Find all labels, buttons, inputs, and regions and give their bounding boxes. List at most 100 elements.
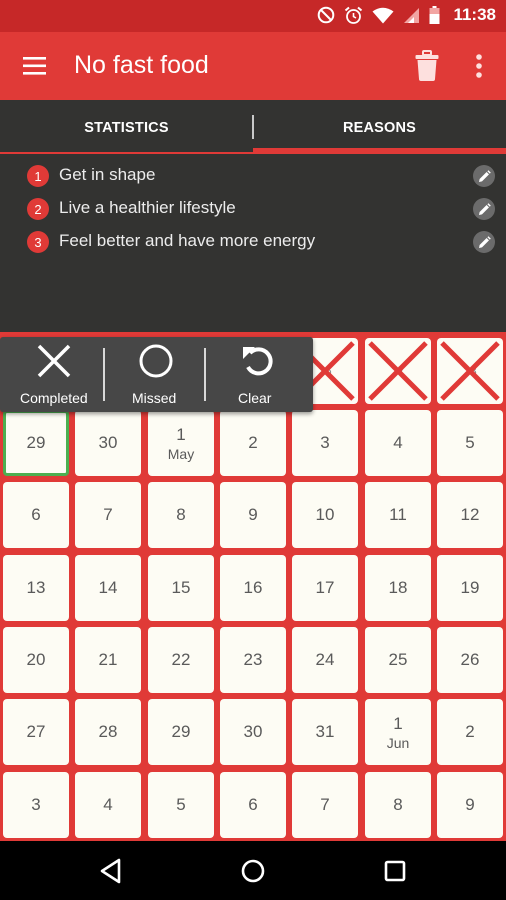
day-number: 5	[465, 433, 475, 452]
calendar-day[interactable]: 2	[437, 699, 503, 765]
clear-button[interactable]: Clear	[206, 337, 313, 412]
calendar-day[interactable]: 29	[148, 699, 214, 765]
calendar-day[interactable]: 6	[3, 482, 69, 548]
calendar-day[interactable]: 6	[220, 772, 286, 838]
day-number: 29	[26, 433, 46, 452]
reason-number-badge: 1	[27, 165, 49, 187]
calendar-day[interactable]: 30	[220, 699, 286, 765]
calendar-day[interactable]: 11	[365, 482, 431, 548]
clear-label: Clear	[238, 390, 272, 406]
calendar-day[interactable]: 8	[365, 772, 431, 838]
system-nav-bar	[0, 841, 506, 900]
calendar-day[interactable]: 2	[220, 410, 286, 476]
calendar-day[interactable]: 28	[75, 699, 141, 765]
calendar-day-today[interactable]: 29	[3, 410, 69, 476]
day-number: 26	[460, 650, 480, 669]
delete-button[interactable]	[414, 50, 440, 82]
wifi-icon	[372, 7, 394, 23]
tab-reasons[interactable]: REASONS	[253, 100, 506, 155]
day-number: 7	[103, 505, 113, 524]
month-label: Jun	[386, 734, 410, 751]
calendar-day[interactable]: 27	[3, 699, 69, 765]
app-title: No fast food	[74, 51, 209, 79]
day-number: 18	[388, 578, 408, 597]
calendar-day[interactable]: 15	[148, 555, 214, 621]
completed-cross-mark	[440, 341, 500, 401]
calendar-day[interactable]: 3	[3, 772, 69, 838]
calendar-day[interactable]: 7	[75, 482, 141, 548]
menu-button[interactable]	[20, 52, 50, 80]
reason-item: 2 Live a healthier lifestyle	[0, 193, 506, 225]
day-number: 1	[176, 424, 186, 444]
calendar-day[interactable]: 14	[75, 555, 141, 621]
calendar-day[interactable]: 12	[437, 482, 503, 548]
calendar-day[interactable]: 20	[3, 627, 69, 693]
day-number: 9	[248, 505, 258, 524]
back-button[interactable]	[95, 855, 129, 887]
battery-icon	[429, 6, 440, 24]
calendar-day[interactable]: 26	[437, 627, 503, 693]
day-number: 8	[393, 795, 403, 814]
calendar-day[interactable]: 30	[75, 410, 141, 476]
day-number: 9	[465, 795, 475, 814]
edit-reason-button[interactable]	[473, 231, 495, 253]
reason-item: 3 Feel better and have more energy	[0, 226, 506, 258]
day-number: 13	[26, 578, 46, 597]
day-number: 16	[243, 578, 263, 597]
day-number: 23	[243, 650, 263, 669]
home-button[interactable]	[236, 855, 270, 887]
calendar-day[interactable]: 16	[220, 555, 286, 621]
calendar-day[interactable]: 27	[365, 338, 431, 404]
undo-icon	[243, 347, 273, 376]
more-options-button[interactable]	[470, 52, 488, 80]
calendar-day[interactable]: 24	[292, 627, 358, 693]
calendar-day[interactable]: 17	[292, 555, 358, 621]
day-number: 24	[315, 650, 335, 669]
calendar-day[interactable]: 5	[437, 410, 503, 476]
day-number: 17	[315, 578, 335, 597]
calendar-day[interactable]: 4	[365, 410, 431, 476]
day-number: 11	[389, 505, 407, 524]
reason-number-badge: 2	[27, 198, 49, 220]
status-icons: 11:38	[317, 5, 496, 25]
day-number: 22	[171, 650, 191, 669]
calendar-day[interactable]: 23	[220, 627, 286, 693]
day-number: 7	[320, 795, 330, 814]
calendar-day[interactable]: 18	[365, 555, 431, 621]
day-number: 21	[98, 650, 118, 669]
calendar-day[interactable]: 9	[220, 482, 286, 548]
tab-bar: STATISTICS REASONS	[0, 100, 506, 155]
calendar-day[interactable]: 10	[292, 482, 358, 548]
calendar-day[interactable]: 22	[148, 627, 214, 693]
calendar-day[interactable]: 19	[437, 555, 503, 621]
alarm-icon	[345, 6, 363, 24]
day-number: 28	[98, 722, 118, 741]
calendar-day[interactable]: 8	[148, 482, 214, 548]
calendar-day[interactable]: 28	[437, 338, 503, 404]
calendar-day[interactable]: 13	[3, 555, 69, 621]
day-number: 27	[26, 722, 46, 741]
calendar-day[interactable]: 9	[437, 772, 503, 838]
calendar-day[interactable]: 31	[292, 699, 358, 765]
day-number: 10	[315, 505, 335, 524]
calendar-day[interactable]: 21	[75, 627, 141, 693]
mark-completed-button[interactable]: Completed	[0, 337, 105, 412]
calendar-day[interactable]: 1 May	[148, 410, 214, 476]
reason-item: 1 Get in shape	[0, 160, 506, 192]
calendar-day[interactable]: 7	[292, 772, 358, 838]
tab-selected-indicator	[253, 148, 506, 153]
edit-reason-button[interactable]	[473, 198, 495, 220]
recents-button[interactable]	[378, 855, 412, 887]
calendar-day[interactable]: 4	[75, 772, 141, 838]
reason-text: Get in shape	[59, 165, 156, 184]
edit-reason-button[interactable]	[473, 165, 495, 187]
day-number: 2	[248, 433, 258, 452]
day-number: 30	[98, 433, 118, 452]
calendar-day[interactable]: 1 Jun	[365, 699, 431, 765]
mark-missed-button[interactable]: Missed	[105, 337, 206, 412]
calendar-day[interactable]: 25	[365, 627, 431, 693]
calendar-day[interactable]: 5	[148, 772, 214, 838]
calendar-day[interactable]: 3	[292, 410, 358, 476]
tab-statistics[interactable]: STATISTICS	[0, 100, 253, 155]
day-number: 3	[320, 433, 330, 452]
